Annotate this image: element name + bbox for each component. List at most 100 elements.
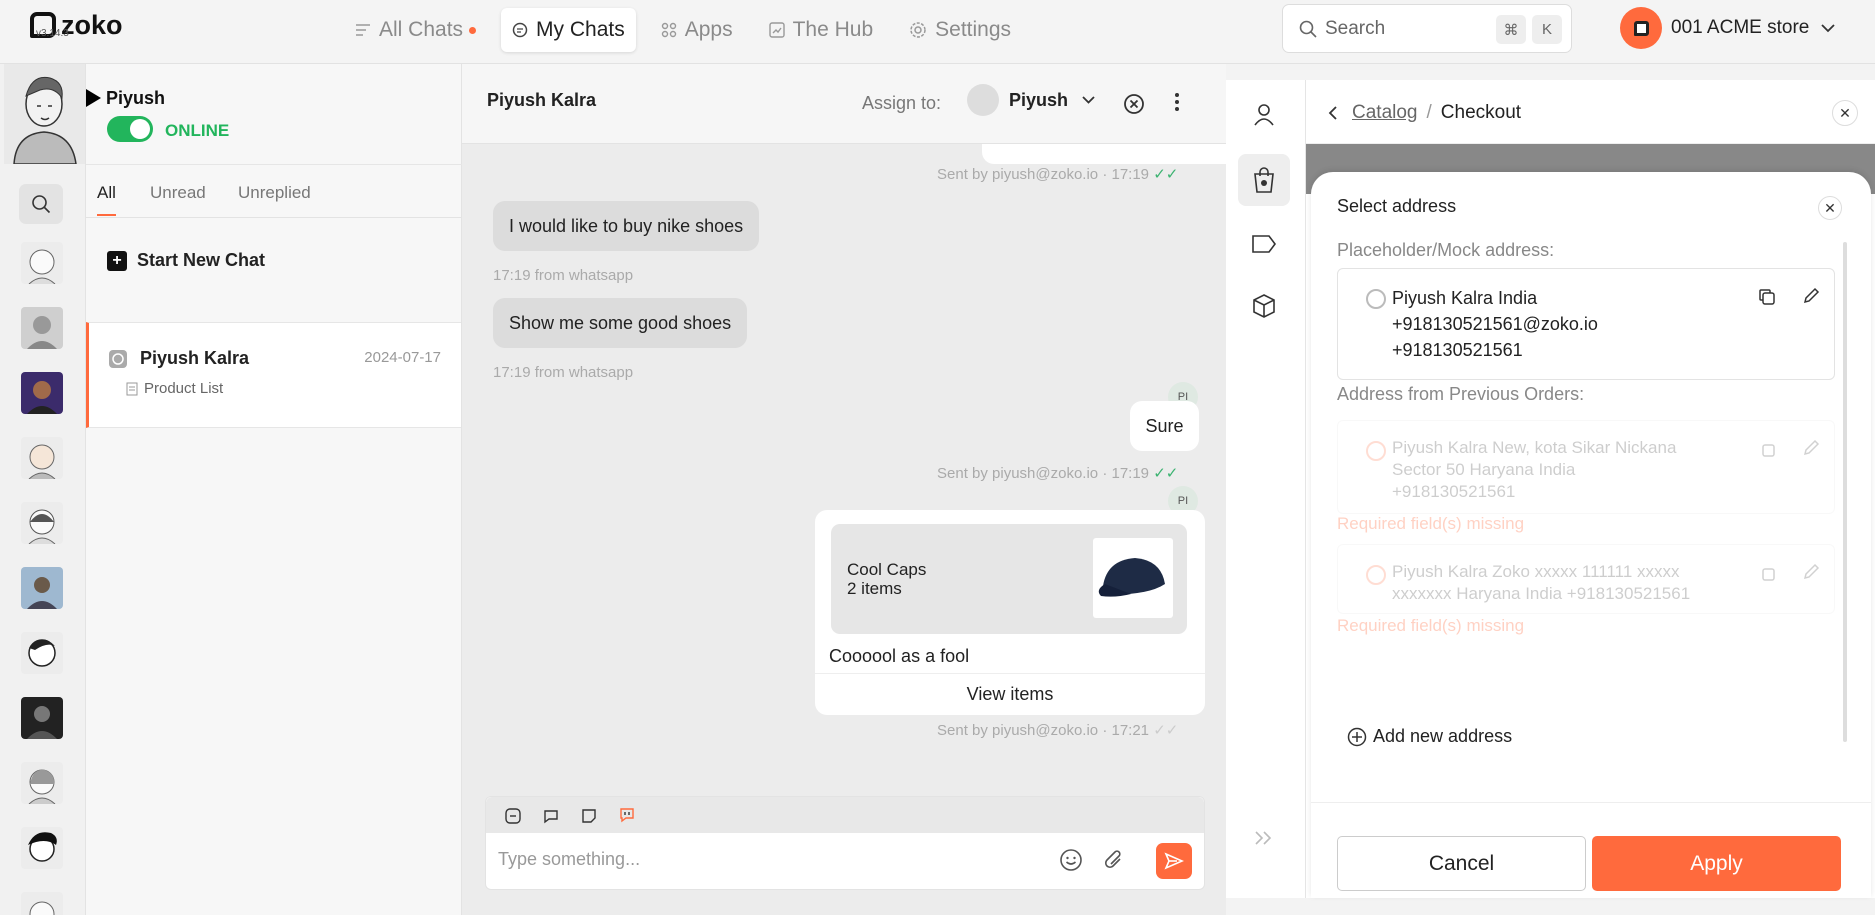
- ai-chat-icon[interactable]: [618, 806, 636, 824]
- nav-apps[interactable]: Apps: [650, 8, 744, 52]
- emoji-icon[interactable]: [1059, 848, 1083, 872]
- assignee-avatar: [967, 84, 999, 116]
- online-status: ONLINE: [165, 121, 230, 140]
- copy-icon[interactable]: [1758, 564, 1776, 582]
- add-new-address-button[interactable]: Add new address: [1347, 726, 1512, 747]
- orders-tool[interactable]: [1238, 280, 1290, 332]
- cap-image: [1098, 558, 1165, 597]
- search-icon: [1299, 20, 1317, 38]
- cancel-button[interactable]: Cancel: [1337, 836, 1586, 891]
- chat-preview: Product List: [126, 380, 223, 397]
- mock-address-label: Placeholder/Mock address:: [1337, 240, 1555, 260]
- message-meta: Sent by piyush@zoko.io · 17:19 ✓✓: [937, 166, 1179, 183]
- close-sheet-button[interactable]: ✕: [1818, 196, 1842, 220]
- note-icon[interactable]: [580, 807, 598, 825]
- contact-avatar[interactable]: [21, 567, 63, 609]
- contact-avatar[interactable]: [21, 892, 63, 915]
- breadcrumb-catalog-link[interactable]: Catalog: [1352, 102, 1418, 124]
- address-card[interactable]: Piyush Kalra New, kota Sikar Nickana Sec…: [1337, 420, 1835, 514]
- edit-icon[interactable]: [1802, 439, 1820, 457]
- document-icon: [126, 382, 138, 395]
- composer-toolbar: [486, 797, 1204, 833]
- nav-settings[interactable]: Settings: [898, 8, 1022, 52]
- address-radio[interactable]: [1366, 441, 1386, 461]
- address-text: Piyush Kalra Zoko xxxxx 111111 xxxxx xxx…: [1392, 562, 1691, 603]
- shortcut-key-k: K: [1532, 15, 1562, 44]
- close-icon: ✕: [1839, 104, 1851, 121]
- tab-unreplied[interactable]: Unreplied: [238, 183, 311, 214]
- sheet-scrollbar[interactable]: [1843, 242, 1847, 742]
- nav-all-chats[interactable]: All Chats: [344, 8, 487, 52]
- tab-all[interactable]: All: [97, 183, 116, 216]
- online-toggle[interactable]: [107, 116, 153, 142]
- contact-avatar[interactable]: [21, 762, 63, 804]
- chat-list-panel: Piyush ONLINE All Unread Unreplied + Sta…: [86, 64, 462, 915]
- contact-avatar[interactable]: [21, 827, 63, 869]
- whatsapp-icon: [109, 350, 127, 368]
- gear-icon: [910, 22, 926, 38]
- contact-avatar[interactable]: [21, 502, 63, 544]
- address-radio[interactable]: [1366, 565, 1386, 585]
- start-new-chat-button[interactable]: + Start New Chat: [107, 250, 265, 271]
- address-error: Required field(s) missing: [1337, 514, 1525, 533]
- store-switcher[interactable]: 001 ACME store: [1620, 7, 1835, 49]
- message-input[interactable]: Type something...: [498, 849, 640, 870]
- agent-avatar[interactable]: [4, 64, 85, 165]
- double-chevron-right-icon[interactable]: [1254, 830, 1274, 846]
- store-avatar: [1620, 7, 1662, 49]
- agent-name: Piyush: [106, 88, 166, 108]
- copy-icon[interactable]: [1758, 440, 1776, 458]
- message-bubble-outgoing: Sure: [1130, 401, 1199, 451]
- message-meta: Sent by piyush@zoko.io · 17:19 ✓✓: [937, 465, 1179, 482]
- message-meta: Sent by piyush@zoko.io · 17:21 ✓✓: [937, 722, 1179, 739]
- side-tools-rail: [1226, 80, 1306, 898]
- address-text: Piyush Kalra India +918130521561@zoko.io…: [1392, 288, 1598, 360]
- address-error: Required field(s) missing: [1337, 616, 1525, 635]
- contact-avatar[interactable]: [21, 697, 63, 739]
- apply-button[interactable]: Apply: [1592, 836, 1841, 891]
- search-box[interactable]: Search ⌘ K: [1282, 4, 1572, 53]
- send-icon: [1164, 852, 1184, 870]
- rail-search-button[interactable]: [19, 184, 63, 224]
- view-items-button[interactable]: View items: [815, 674, 1205, 714]
- contact-avatar[interactable]: [21, 372, 63, 414]
- user-icon: [1254, 104, 1274, 126]
- search-icon: [32, 195, 51, 214]
- app-name: zoko: [61, 10, 123, 40]
- contact-avatar[interactable]: [21, 437, 63, 479]
- chevron-left-icon[interactable]: [1328, 105, 1338, 121]
- contact-avatar[interactable]: [21, 632, 63, 674]
- chat-list-item[interactable]: Piyush Kalra 2024-07-17 Product List: [86, 322, 461, 428]
- profile-tool[interactable]: [1238, 88, 1290, 140]
- address-card[interactable]: Piyush Kalra Zoko xxxxx 111111 xxxxx xxx…: [1337, 544, 1835, 614]
- send-button[interactable]: [1156, 843, 1192, 879]
- list-icon: [356, 24, 370, 36]
- copy-icon[interactable]: [1758, 288, 1776, 306]
- product-summary-card[interactable]: Cool Caps 2 items: [831, 524, 1187, 634]
- top-bar: zoko v3.14.3 All Chats My Chats Apps The…: [0, 0, 1875, 64]
- tab-unread[interactable]: Unread: [150, 183, 206, 214]
- assignee-dropdown[interactable]: Piyush: [967, 84, 1095, 116]
- conversation-title: Piyush Kalra: [487, 90, 597, 110]
- contact-avatar[interactable]: [21, 307, 63, 349]
- edit-icon[interactable]: [1802, 287, 1820, 305]
- nav-the-hub[interactable]: The Hub: [758, 8, 885, 52]
- more-vertical-icon[interactable]: [1174, 92, 1180, 112]
- product-caption: Coooool as a fool: [829, 646, 970, 666]
- nav-label: Settings: [935, 18, 1012, 41]
- address-card[interactable]: Piyush Kalra India +918130521561@zoko.io…: [1337, 268, 1835, 380]
- close-chat-icon[interactable]: [1123, 93, 1145, 115]
- template-icon[interactable]: [504, 807, 522, 825]
- labels-tool[interactable]: [1238, 218, 1290, 270]
- quick-reply-icon[interactable]: [542, 807, 560, 825]
- catalog-tool[interactable]: [1238, 154, 1290, 206]
- close-panel-button[interactable]: ✕: [1832, 100, 1858, 126]
- attachment-icon[interactable]: [1103, 848, 1125, 872]
- cube-icon: [1253, 294, 1275, 318]
- edit-icon[interactable]: [1802, 563, 1820, 581]
- nav-my-chats[interactable]: My Chats: [501, 8, 636, 52]
- close-icon: ✕: [1824, 199, 1836, 216]
- address-radio[interactable]: [1366, 289, 1386, 309]
- contact-avatar[interactable]: [21, 242, 63, 284]
- tag-icon: [1252, 235, 1276, 253]
